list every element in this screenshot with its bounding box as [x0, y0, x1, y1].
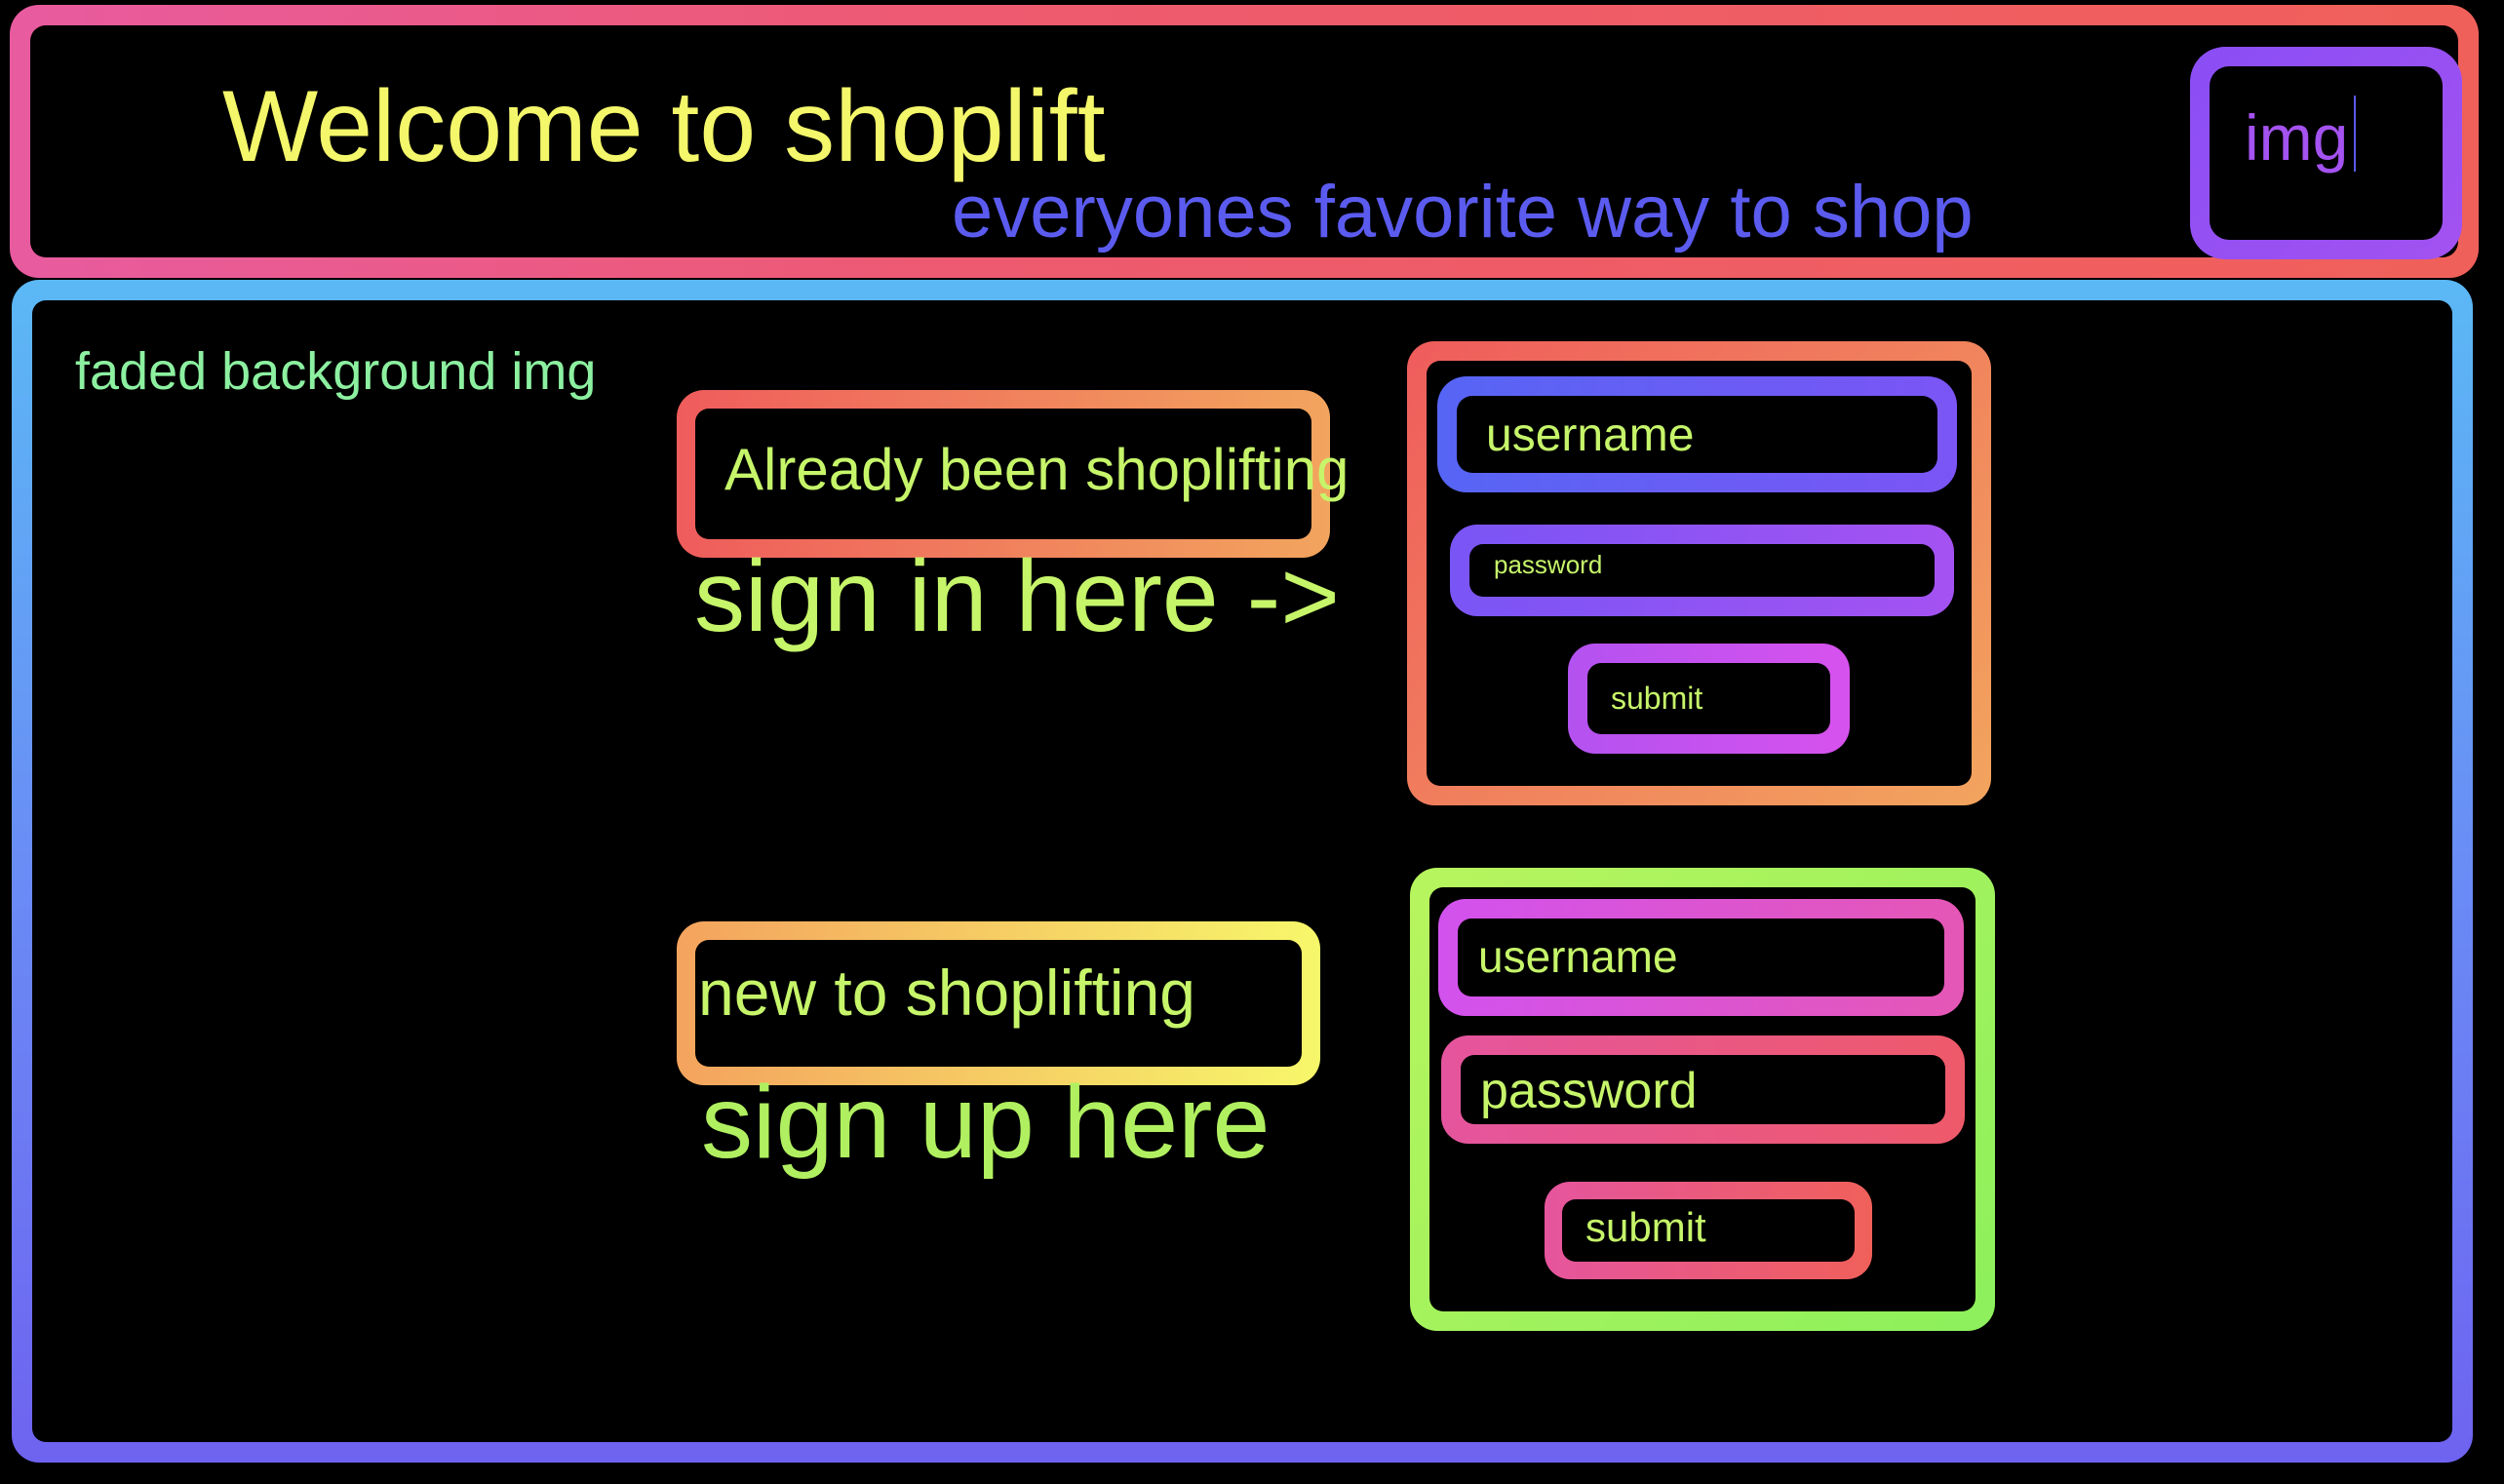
sign-in-username-label: username	[1486, 410, 1695, 461]
sign-up-password-label: password	[1480, 1063, 1698, 1119]
sign-in-submit-label: submit	[1611, 681, 1703, 716]
background-image-note: faded background img	[75, 342, 597, 401]
text-cursor	[2354, 96, 2356, 172]
site-title: Welcome to shoplift	[222, 70, 1106, 183]
sign-up-submit-label: submit	[1585, 1204, 1706, 1250]
sign-in-call-to-action: sign in here ->	[694, 540, 1340, 653]
logo-placeholder-label: img	[2245, 101, 2349, 174]
sign-in-prompt: Already been shoplifting	[724, 437, 1350, 502]
sign-in-password-label: password	[1494, 550, 1603, 579]
sign-up-call-to-action: sign up here	[701, 1065, 1271, 1180]
sign-up-prompt: new to shoplifting	[698, 957, 1195, 1029]
sign-up-username-label: username	[1478, 931, 1678, 982]
site-tagline: everyones favorite way to shop	[952, 171, 1974, 254]
